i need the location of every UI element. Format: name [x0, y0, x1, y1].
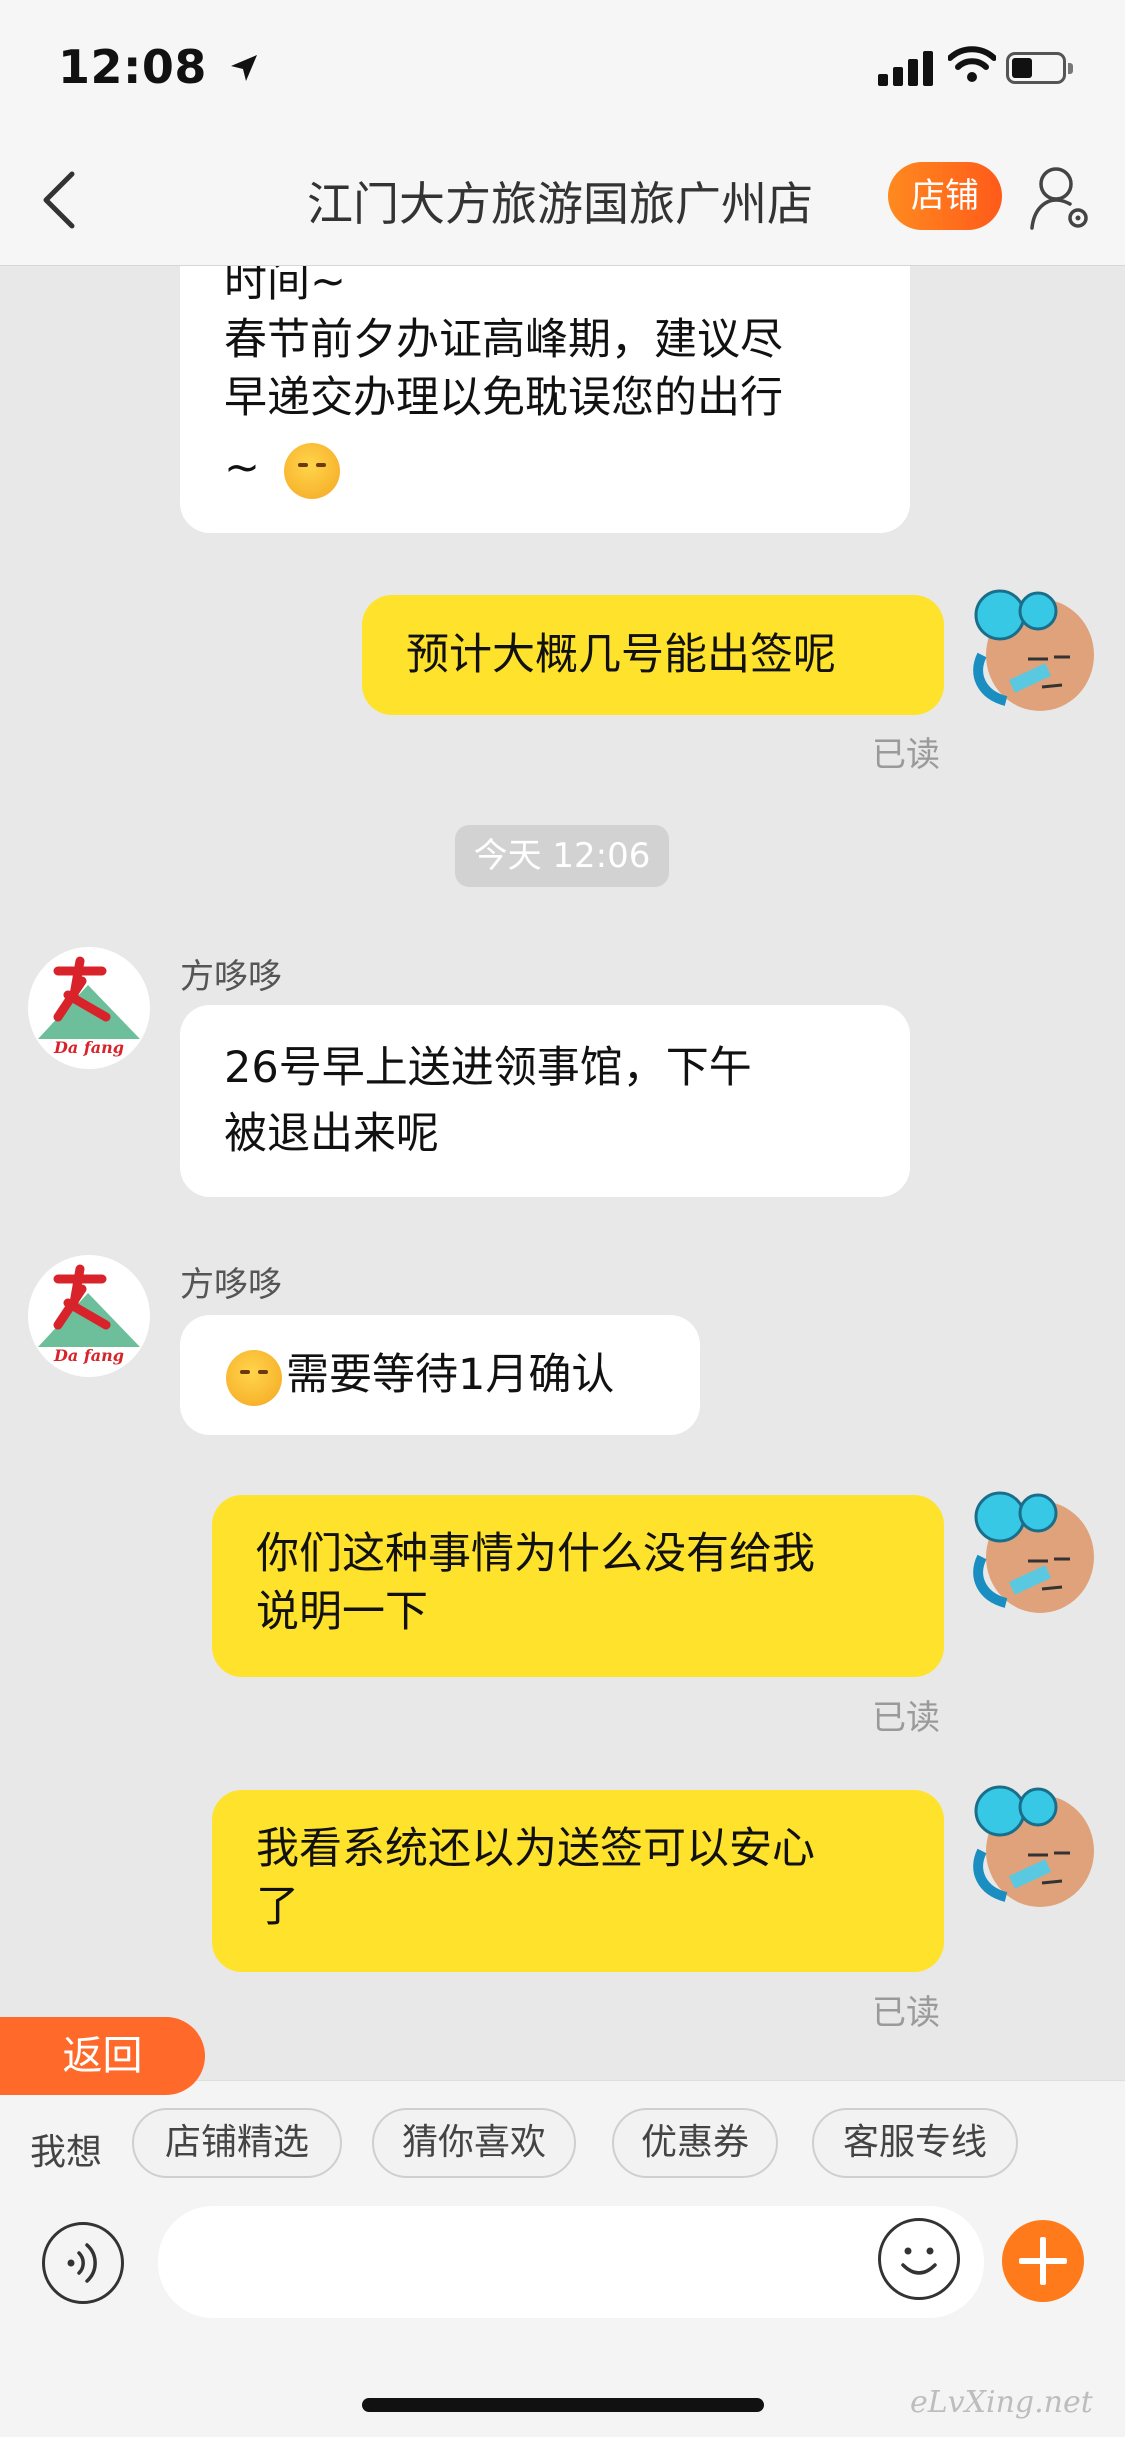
chat-area[interactable]: 时间~ 春节前夕办证高峰期，建议尽 早递交办理以免耽误您的出行 ~ 预计大概几号…	[0, 265, 1125, 2080]
sender-name: 方哆哆	[180, 1265, 282, 1305]
message-bubble-me: 预计大概几号能出签呢	[362, 595, 944, 715]
blushing-emoji-icon	[283, 442, 340, 499]
message-bubble-shop: 时间~ 春节前夕办证高峰期，建议尽 早递交办理以免耽误您的出行 ~	[180, 265, 910, 533]
message-line: 春节前夕办证高峰期，建议尽	[224, 315, 783, 365]
message-line: 被退出来呢	[224, 1109, 439, 1159]
battery-icon	[1006, 52, 1076, 84]
shop-avatar[interactable]: Da fang	[28, 1255, 150, 1377]
voice-waves-icon	[67, 2243, 97, 2283]
chip-guess-you-like[interactable]: 猜你喜欢	[372, 2108, 576, 2178]
message-input[interactable]	[158, 2206, 984, 2318]
wifi-icon	[948, 46, 996, 82]
message-text: 预计大概几号能出签呢	[406, 630, 836, 680]
message-line: 说明一下	[256, 1587, 428, 1637]
shop-logo-icon: Da fang	[38, 1264, 140, 1365]
smile-face-icon	[901, 2247, 937, 2275]
location-arrow-icon	[231, 55, 258, 81]
message-bubble-shop: 26号早上送进领事馆，下午 被退出来呢	[180, 1005, 910, 1197]
shop-logo-text: Da fang	[53, 1346, 124, 1365]
crying-emoji-icon	[226, 1349, 282, 1406]
read-receipt: 已读	[872, 1698, 940, 1738]
message-text: 需要等待1月确认	[286, 1350, 615, 1400]
shop-avatar[interactable]: Da fang	[28, 947, 150, 1069]
status-time: 12:08	[58, 40, 259, 94]
chip-shop-picks[interactable]: 店铺精选	[132, 2108, 342, 2178]
my-avatar[interactable]	[962, 1487, 1102, 1617]
read-receipt: 已读	[872, 1993, 940, 2033]
user-settings-icon[interactable]	[1030, 164, 1094, 232]
message-line: 早递交办理以免耽误您的出行	[224, 373, 783, 423]
shop-logo-text: Da fang	[53, 1038, 124, 1057]
read-receipt: 已读	[872, 735, 940, 775]
signal-icon	[878, 50, 934, 86]
voice-icon[interactable]	[42, 2222, 124, 2304]
shop-button[interactable]: 店铺	[888, 162, 1002, 230]
sender-name: 方哆哆	[180, 957, 282, 997]
watermark: eLvXing.net	[910, 2385, 1093, 2420]
my-avatar[interactable]	[962, 1781, 1102, 1911]
message-bubble-shop: 需要等待1月确认	[180, 1315, 700, 1435]
back-chevron-icon[interactable]	[40, 170, 80, 230]
message-line: 你们这种事情为什么没有给我	[256, 1529, 815, 1579]
message-line: 26号早上送进领事馆，下午	[224, 1043, 752, 1093]
chip-coupons[interactable]: 优惠券	[612, 2108, 778, 2178]
quick-reply-label: 我想	[30, 2132, 103, 2173]
home-indicator[interactable]	[362, 2398, 764, 2412]
my-avatar[interactable]	[962, 585, 1102, 715]
emoji-icon[interactable]	[878, 2218, 960, 2300]
message-line: 时间~	[224, 265, 347, 307]
page-title: 江门大方旅游国旅广州店	[307, 177, 813, 231]
plus-icon[interactable]	[1002, 2220, 1084, 2302]
message-line: ~	[224, 437, 866, 499]
status-time-text: 12:08	[58, 40, 207, 94]
message-bubble-me: 你们这种事情为什么没有给我 说明一下	[212, 1495, 944, 1677]
chip-service-hotline[interactable]: 客服专线	[812, 2108, 1018, 2178]
message-line: 我看系统还以为送签可以安心	[256, 1824, 815, 1874]
message-line: 了	[256, 1882, 299, 1932]
message-line-text: ~	[224, 443, 261, 493]
top-bar: 12:08 江门大方旅游国旅广州店 店铺	[0, 0, 1125, 266]
return-button[interactable]: 返回	[0, 2017, 205, 2095]
timestamp-pill: 今天 12:06	[455, 825, 669, 887]
shop-logo-icon: Da fang	[38, 956, 140, 1057]
message-bubble-me: 我看系统还以为送签可以安心 了	[212, 1790, 944, 1972]
